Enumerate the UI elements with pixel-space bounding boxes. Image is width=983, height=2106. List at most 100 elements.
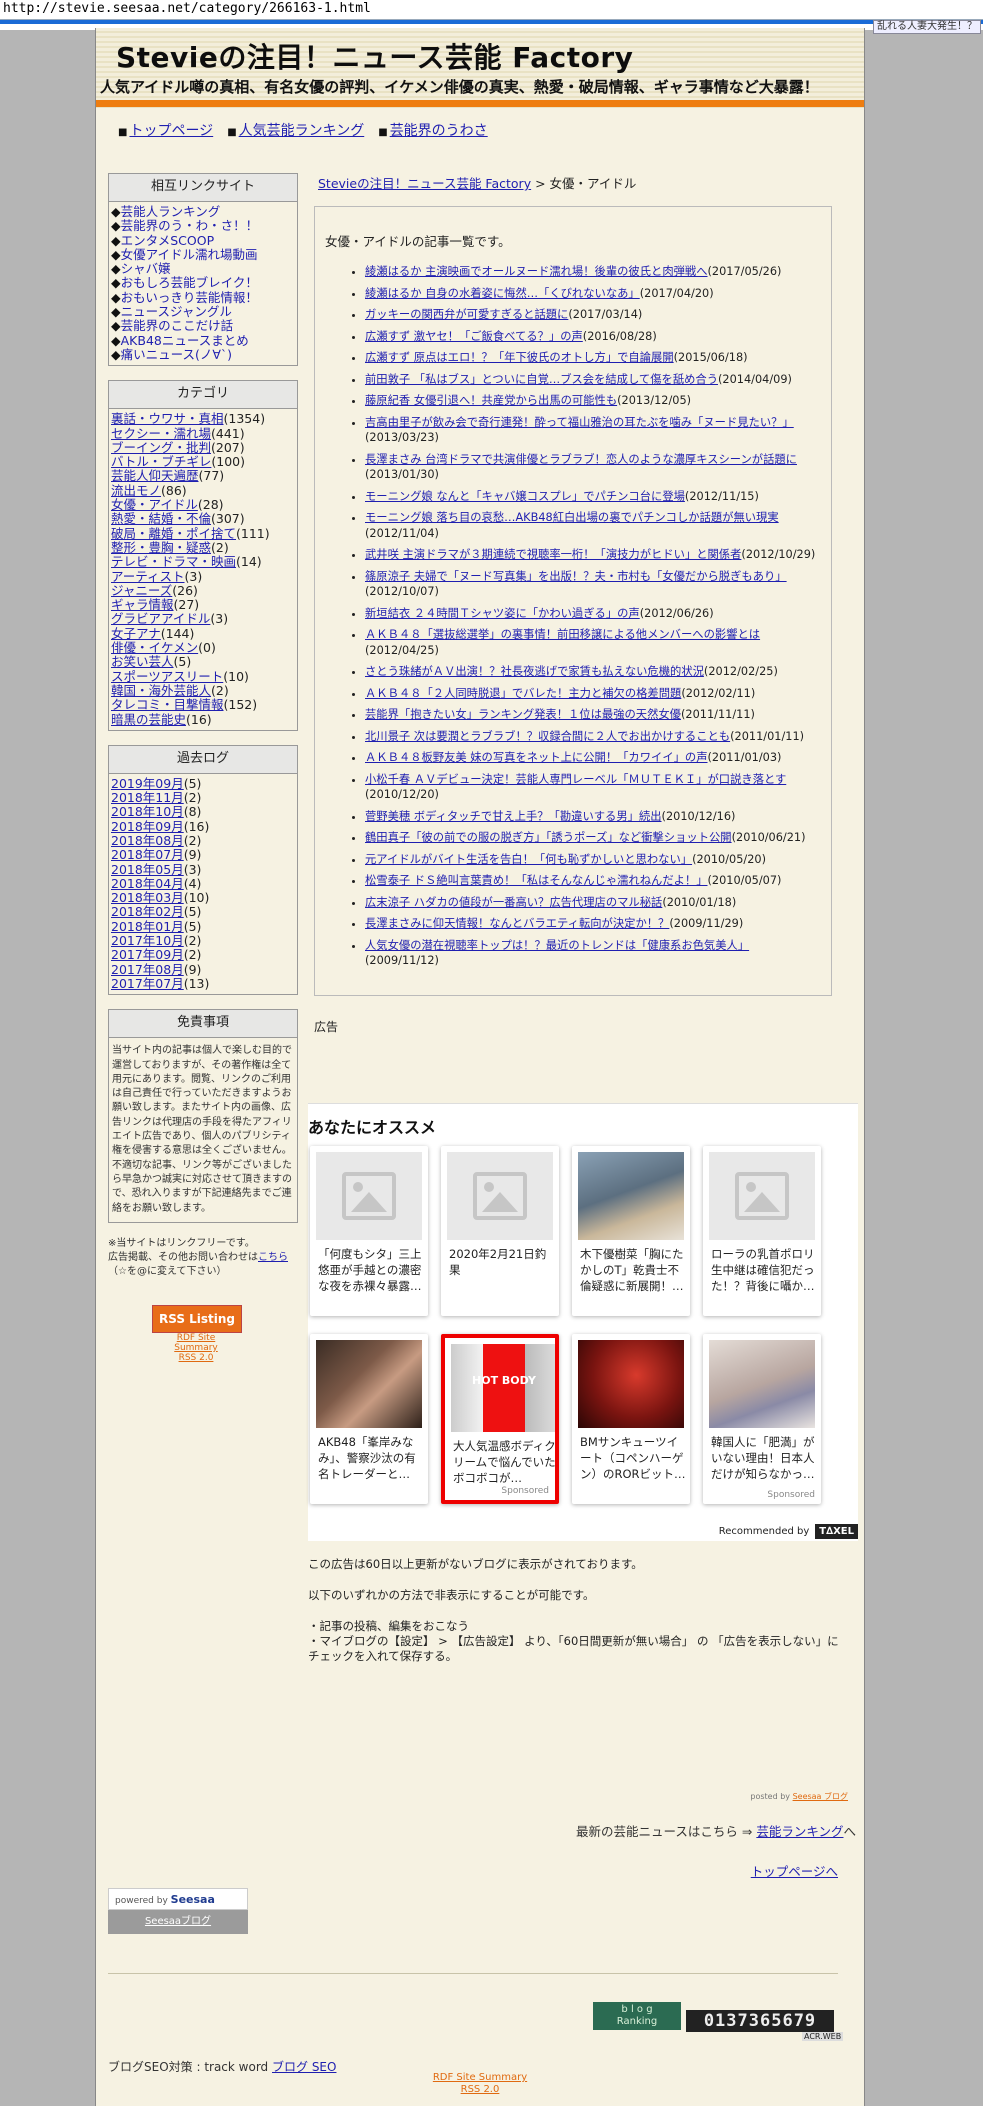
article-link[interactable]: ＡＫＢ４８「２人同時脱退」でバレた！主力と補欠の格差問題 bbox=[365, 687, 681, 700]
archive-item[interactable]: 2017年08月(9) bbox=[111, 962, 295, 977]
category-item[interactable]: 熱愛・結婚・不倫(307) bbox=[111, 512, 295, 526]
category-link[interactable]: バトル・ブチギレ bbox=[111, 454, 211, 469]
category-item[interactable]: 女優・アイドル(28) bbox=[111, 497, 295, 512]
sidebar-link-item[interactable]: ◆芸能界のう・わ・さ！！ bbox=[111, 219, 295, 233]
nav-toppage[interactable]: ■ トップページ bbox=[118, 120, 213, 140]
category-link[interactable]: お笑い芸人 bbox=[111, 654, 174, 669]
sidebar-link-label[interactable]: 女優アイドル濡れ場動画 bbox=[121, 247, 258, 262]
article-link[interactable]: ＡＫＢ４８「選抜総選挙」の裏事情！前田移譲による他メンバーへの影響とは bbox=[365, 628, 760, 641]
sidebar-link-label[interactable]: AKB48ニュースまとめ bbox=[121, 333, 249, 348]
sidebar-link-label[interactable]: 芸能界のここだけ話 bbox=[121, 318, 234, 333]
sidebar-link-item[interactable]: ◆芸能人ランキング bbox=[111, 204, 295, 219]
footer-rdf-link[interactable]: RDF Site Summary bbox=[96, 2072, 864, 2084]
archive-link[interactable]: 2018年11月 bbox=[111, 790, 184, 805]
article-link[interactable]: 前田敦子 「私はブス」とついに自覚…ブス会を結成して傷を舐め合う bbox=[365, 373, 718, 386]
archive-link[interactable]: 2018年08月 bbox=[111, 833, 184, 848]
article-link[interactable]: 菅野美穂 ボディタッチで甘え上手？「勘違いする男」続出 bbox=[365, 810, 662, 823]
nav-toppage-link[interactable]: トップページ bbox=[129, 123, 213, 139]
category-item[interactable]: 整形・豊胸・疑惑(2) bbox=[111, 540, 295, 555]
archive-link[interactable]: 2018年09月 bbox=[111, 819, 184, 834]
sidebar-link-item[interactable]: ◆痛いニュース(ノ∀`) bbox=[111, 347, 295, 362]
sidebar-link-label[interactable]: おもいっきり芸能情報！ bbox=[121, 290, 258, 305]
archive-link[interactable]: 2017年07月 bbox=[111, 976, 184, 991]
recommended-by[interactable]: Recommended by T∆XEL bbox=[719, 1524, 858, 1539]
recommend-card[interactable]: 木下優樹菜「胸にたかしのT」乾貴士不倫疑惑に新展開！… bbox=[572, 1146, 690, 1316]
archive-link[interactable]: 2018年04月 bbox=[111, 876, 184, 891]
article-link[interactable]: 広瀬すず 激ヤセ！「ご飯食べてる？」の声 bbox=[365, 330, 583, 343]
card-caption[interactable]: 「何度もシタ」三上悠亜が手越との濃密な夜を赤裸々暴露… bbox=[318, 1246, 424, 1294]
article-link[interactable]: さとう珠緒がＡＶ出演！？社長夜逃げで家賃も払えない危機的状況 bbox=[365, 665, 704, 678]
site-banner[interactable]: Stevieの注目！ニュース芸能 Factory 人気アイドル噂の真相、有名女優… bbox=[96, 28, 864, 108]
card-caption[interactable]: 大人気温感ボディクリームで悩んでいたボコボコが… bbox=[453, 1438, 555, 1486]
recommend-card[interactable]: BMサンキューツイート（コペンハーゲン）のRORビット… bbox=[572, 1334, 690, 1504]
category-item[interactable]: ブーイング・批判(207) bbox=[111, 440, 295, 455]
category-link[interactable]: テレビ・ドラマ・映画 bbox=[111, 554, 236, 569]
article-link[interactable]: 広瀬すず 原点はエロ！？「年下彼氏のオトし方」で自論展開 bbox=[365, 351, 674, 364]
category-link[interactable]: 整形・豊胸・疑惑 bbox=[111, 540, 211, 555]
category-link[interactable]: 韓国・海外芸能人 bbox=[111, 683, 211, 698]
article-link[interactable]: ガッキーの関西弁が可愛すぎると話題に bbox=[365, 308, 568, 321]
category-link[interactable]: 女子アナ bbox=[111, 626, 161, 641]
category-item[interactable]: 流出モノ(86) bbox=[111, 483, 295, 498]
category-item[interactable]: グラビアアイドル(3) bbox=[111, 612, 295, 626]
card-caption[interactable]: 韓国人に「肥満」がいない理由！日本人だけが知らなかっ… bbox=[711, 1434, 817, 1482]
category-item[interactable]: 裏話・ウワサ・真相(1354) bbox=[111, 412, 295, 426]
recommend-card[interactable]: 韓国人に「肥満」がいない理由！日本人だけが知らなかっ… Sponsored bbox=[703, 1334, 821, 1504]
article-link[interactable]: モーニング娘 落ち目の哀愁…AKB48紅白出場の裏でパチンコしか話題が無い現実 bbox=[365, 511, 779, 524]
recommend-card[interactable]: AKB48「峯岸みなみ」、警察沙汰の有名トレーダーと… bbox=[310, 1334, 428, 1504]
article-link[interactable]: 綾瀬はるか 主演映画でオールヌード濡れ場！後輩の彼氏と肉弾戦へ bbox=[365, 265, 708, 278]
recommend-card[interactable]: 2020年2月21日釣果 bbox=[441, 1146, 559, 1316]
category-item[interactable]: 女子アナ(144) bbox=[111, 626, 295, 641]
archive-item[interactable]: 2018年05月(3) bbox=[111, 862, 295, 877]
category-item[interactable]: バトル・ブチギレ(100) bbox=[111, 455, 295, 469]
article-link[interactable]: 篠原涼子 夫婦で「ヌード写真集」を出版！？夫・市村も「女優だから脱ぎもあり」 bbox=[365, 570, 787, 583]
sidebar-link-label[interactable]: シャバ嬢 bbox=[121, 261, 171, 276]
archive-link[interactable]: 2017年08月 bbox=[111, 962, 184, 977]
rss-listing-badge[interactable]: RSS Listing bbox=[152, 1304, 242, 1333]
article-link[interactable]: 長澤まさみに仰天情報！なんとバラエティ転向が決定か！？ bbox=[365, 917, 669, 930]
category-item[interactable]: ジャニーズ(26) bbox=[111, 583, 295, 598]
article-link[interactable]: 広末涼子 ハダカの値段が一番高い？広告代理店のマル秘話 bbox=[365, 896, 662, 909]
archive-item[interactable]: 2019年09月(5) bbox=[111, 776, 295, 791]
archive-link[interactable]: 2017年10月 bbox=[111, 933, 184, 948]
sidebar-link-item[interactable]: ◆シャバ嬢 bbox=[111, 262, 295, 276]
article-link[interactable]: 芸能界「抱きたい女」ランキング発表！１位は最強の天然女優 bbox=[365, 708, 681, 721]
article-link[interactable]: 北川景子 次は要潤とラブラブ！？収録合間に２人でお出かけすることも bbox=[365, 730, 730, 743]
card-caption[interactable]: ローラの乳首ポロリ生中継は確信犯だった！？背後に囁か… bbox=[711, 1246, 817, 1294]
card-caption[interactable]: BMサンキューツイート（コペンハーゲン）のRORビット… bbox=[580, 1434, 686, 1482]
category-link[interactable]: 芸能人仰天遍歴 bbox=[111, 468, 199, 483]
category-item[interactable]: お笑い芸人(5) bbox=[111, 655, 295, 669]
article-link[interactable]: 小松千春 ＡＶデビュー決定！芸能人専門レーベル「ＭＵＴＥＫＩ」が口説き落とす bbox=[365, 773, 786, 786]
sidebar-link-item[interactable]: ◆おもいっきり芸能情報！ bbox=[111, 290, 295, 305]
archive-link[interactable]: 2018年03月 bbox=[111, 890, 184, 905]
archive-item[interactable]: 2018年09月(16) bbox=[111, 819, 295, 834]
archive-item[interactable]: 2018年02月(5) bbox=[111, 905, 295, 919]
archive-link[interactable]: 2018年01月 bbox=[111, 919, 184, 934]
category-link[interactable]: グラビアアイドル bbox=[111, 611, 210, 626]
sidebar-link-label[interactable]: エンタメSCOOP bbox=[121, 233, 215, 248]
archive-link[interactable]: 2018年05月 bbox=[111, 862, 184, 877]
seesaa-blog-link[interactable]: Seesaaブログ bbox=[108, 1910, 248, 1934]
recommend-card[interactable]: 「何度もシタ」三上悠亜が手越との濃密な夜を赤裸々暴露… bbox=[310, 1146, 428, 1316]
archive-item[interactable]: 2018年04月(4) bbox=[111, 876, 295, 891]
nav-rumors[interactable]: ■ 芸能界のうわさ bbox=[378, 120, 487, 140]
sidebar-link-item[interactable]: ◆ニュースジャングル bbox=[111, 304, 295, 319]
ranking-link[interactable]: 芸能ランキング bbox=[756, 1824, 843, 1839]
sidebar-link-item[interactable]: ◆女優アイドル濡れ場動画 bbox=[111, 247, 295, 262]
sidebar-link-item[interactable]: ◆芸能界のここだけ話 bbox=[111, 319, 295, 333]
category-link[interactable]: 流出モノ bbox=[111, 483, 161, 498]
archive-item[interactable]: 2018年11月(2) bbox=[111, 790, 295, 805]
blog-ranking-banner[interactable]: b l o g Ranking bbox=[593, 2002, 681, 2030]
powered-by-seesaa[interactable]: powered by Seesaa Seesaaブログ bbox=[108, 1888, 248, 1934]
contact-link[interactable]: こちら bbox=[258, 1252, 288, 1263]
category-link[interactable]: 女優・アイドル bbox=[111, 497, 198, 512]
category-link[interactable]: アーティスト bbox=[111, 569, 185, 584]
article-link[interactable]: モーニング娘 なんと「キャバ嬢コスプレ」でパチンコ台に登場 bbox=[365, 490, 685, 503]
category-item[interactable]: 暗黒の芸能史(16) bbox=[111, 712, 295, 727]
recommend-card[interactable]: ローラの乳首ポロリ生中継は確信犯だった！？背後に囁か… bbox=[703, 1146, 821, 1316]
sidebar-link-label[interactable]: 芸能界のう・わ・さ！！ bbox=[121, 218, 259, 233]
nav-rumors-link[interactable]: 芸能界のうわさ bbox=[390, 123, 488, 139]
category-link[interactable]: 暗黒の芸能史 bbox=[111, 712, 186, 727]
counter-tag[interactable]: ACR.WEB bbox=[802, 2032, 844, 2041]
category-item[interactable]: セクシー・濡れ場(441) bbox=[111, 426, 295, 441]
